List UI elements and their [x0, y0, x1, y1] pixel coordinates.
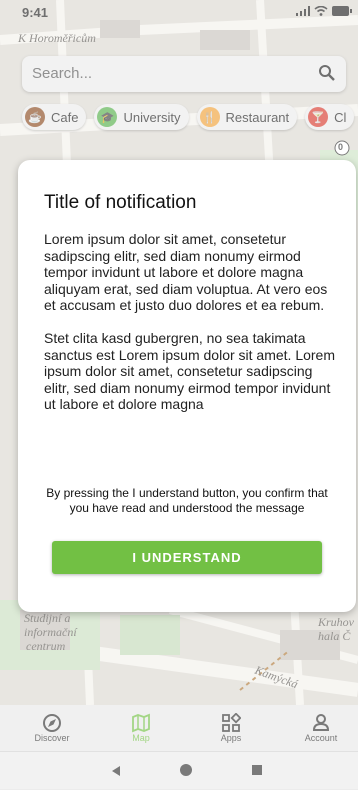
dialog-paragraph: Stet clita kasd gubergren, no sea takima… — [44, 329, 336, 413]
dialog-title: Title of notification — [44, 192, 197, 213]
confirm-text: By pressing the I understand button, you… — [46, 486, 328, 515]
dialog-body: Lorem ipsum dolor sit amet, consetetur s… — [44, 231, 342, 429]
notification-dialog: Title of notification Lorem ipsum dolor … — [18, 160, 356, 612]
i-understand-button[interactable]: I UNDERSTAND — [52, 541, 322, 574]
dialog-paragraph: Lorem ipsum dolor sit amet, consetetur s… — [44, 231, 328, 314]
